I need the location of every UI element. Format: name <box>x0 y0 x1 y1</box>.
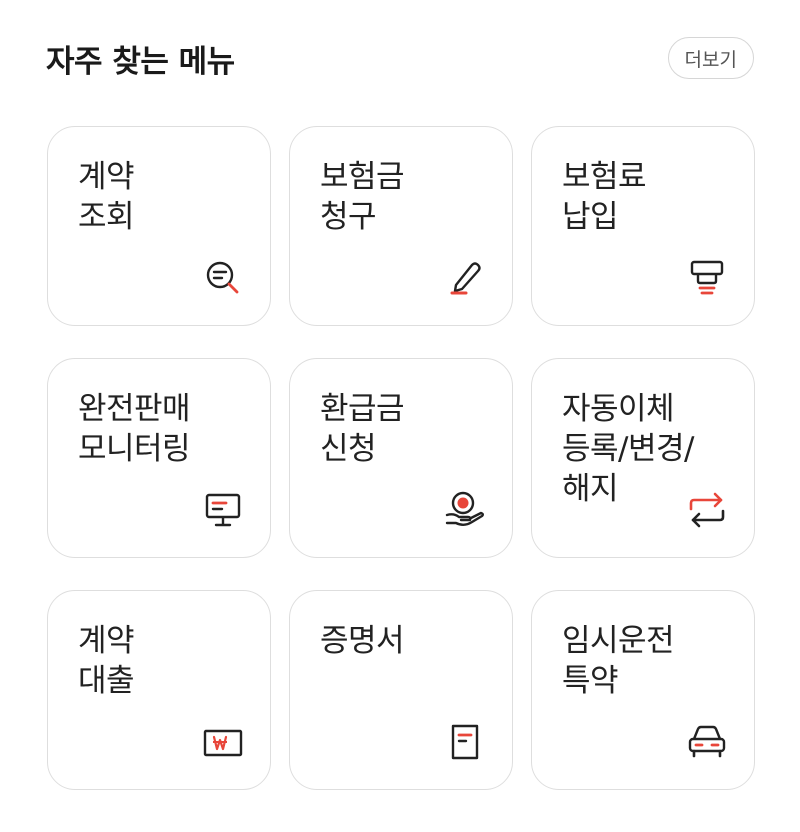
menu-tile-certificate[interactable]: 증명서 <box>289 590 513 790</box>
tile-label: 계약 조회 <box>78 159 135 235</box>
menu-tile-premium-payment[interactable]: 보험료 납입 <box>531 126 755 326</box>
menu-tile-sales-monitoring[interactable]: 완전판매 모니터링 <box>47 358 271 558</box>
tile-label: 완전판매 모니터링 <box>78 391 191 467</box>
search-document-icon <box>202 257 244 299</box>
pen-icon <box>444 257 486 299</box>
menu-tile-contract-inquiry[interactable]: 계약 조회 <box>47 126 271 326</box>
tile-label: 증명서 <box>320 623 405 659</box>
tile-label: 보험금 청구 <box>320 159 405 235</box>
tile-label: 보험료 납입 <box>562 159 647 235</box>
atm-icon <box>686 257 728 299</box>
tile-label: 임시운전 특약 <box>562 623 675 699</box>
menu-tile-auto-transfer[interactable]: 자동이체 등록/변경/ 해지 <box>531 358 755 558</box>
repeat-arrows-icon <box>686 489 728 531</box>
menu-tile-contract-loan[interactable]: 계약 대출 <box>47 590 271 790</box>
certificate-document-icon <box>444 721 486 763</box>
menu-tile-temp-driving[interactable]: 임시운전 특약 <box>531 590 755 790</box>
monitor-icon <box>202 489 244 531</box>
tile-label: 환급금 신청 <box>320 391 405 467</box>
car-icon <box>686 721 728 763</box>
more-button[interactable]: 더보기 <box>667 37 754 79</box>
section-title: 자주 찾는 메뉴 <box>46 43 235 80</box>
section-header: 자주 찾는 메뉴 더보기 <box>46 32 754 84</box>
menu-tile-claim[interactable]: 보험금 청구 <box>289 126 513 326</box>
menu-grid: 계약 조회 보험금 청구 보험료 납입 완전판매 모니터링 환급금 신청 자동이… <box>47 126 755 790</box>
tile-label: 계약 대출 <box>78 623 135 699</box>
menu-tile-refund-request[interactable]: 환급금 신청 <box>289 358 513 558</box>
won-card-icon <box>202 721 244 763</box>
hand-coin-icon <box>444 489 486 531</box>
frequent-menu-page: 자주 찾는 메뉴 더보기 계약 조회 보험금 청구 보험료 납입 완전판매 모니… <box>0 0 800 832</box>
